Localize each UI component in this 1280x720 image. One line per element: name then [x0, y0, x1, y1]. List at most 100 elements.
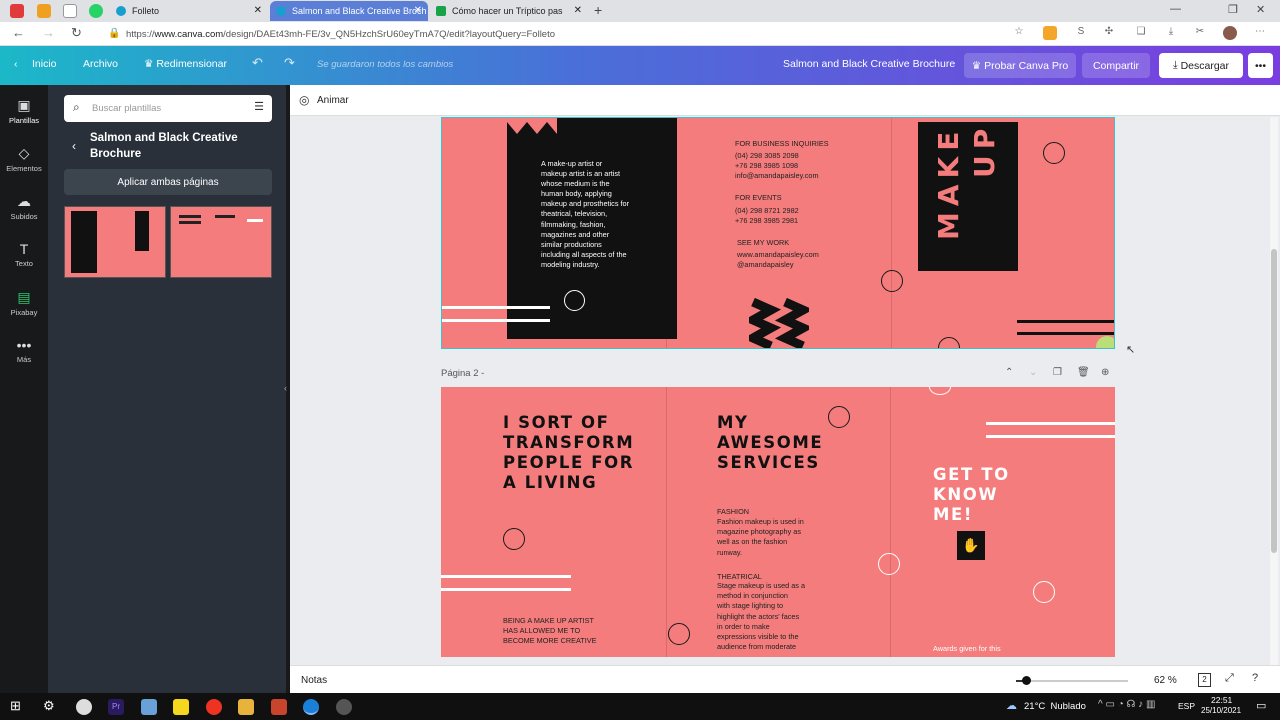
headline-transform[interactable]: I SORT OF TRANSFORM PEOPLE FOR A LIVING — [503, 413, 634, 493]
notes-button[interactable]: Notas — [301, 675, 327, 686]
weather-text[interactable]: 21°C Nublado — [1024, 701, 1086, 712]
download-button[interactable]: ⤓ Descargar — [1159, 53, 1243, 78]
service-fashion-title[interactable]: FASHION — [717, 507, 749, 517]
app-icon[interactable] — [336, 699, 352, 715]
filter-icon[interactable]: ☰ — [254, 100, 264, 113]
delete-page-icon[interactable]: 🗑 — [1077, 367, 1090, 378]
analytics-tab-icon[interactable] — [37, 4, 51, 18]
clock-date[interactable]: 25/10/2021 — [1201, 706, 1241, 715]
rail-pixabay[interactable]: ▤ Pixabay — [0, 289, 48, 317]
service-fashion-body[interactable]: Fashion makeup is used in magazine photo… — [717, 517, 804, 558]
move-page-up-icon[interactable]: ⌃ — [1005, 367, 1013, 378]
url-field[interactable]: 🔒 https://www.canva.com/design/DAEt43mh-… — [104, 25, 1024, 43]
profile-avatar[interactable] — [1223, 26, 1237, 40]
minimize-icon[interactable]: — — [1170, 3, 1181, 15]
restore-icon[interactable]: ❐ — [1228, 3, 1238, 16]
back-chevron-icon[interactable]: ‹ — [14, 58, 18, 70]
rail-text[interactable]: T Texto — [0, 241, 48, 268]
windows-start-icon[interactable]: ⊞ — [10, 698, 21, 714]
file-explorer-icon[interactable] — [238, 699, 254, 715]
animate-button[interactable]: Animar — [317, 95, 349, 106]
headline-get-to-know-me[interactable]: GET TO KNOW ME! — [933, 465, 1010, 525]
close-tab-icon[interactable]: ✕ — [414, 5, 422, 16]
sticky-notes-icon[interactable] — [173, 699, 189, 715]
search-templates-input[interactable]: ⌕ Buscar plantillas ☰ — [64, 95, 272, 122]
undo-icon[interactable]: ↶ — [252, 55, 263, 71]
template-thumbnail-page-1[interactable] — [64, 206, 166, 278]
business-contact[interactable]: (04) 298 3085 2098 +76 298 3985 1098 inf… — [735, 151, 819, 182]
tab-triptico[interactable]: Cómo hacer un Tríptico pas ✕ — [430, 1, 588, 21]
collapse-chevron-icon[interactable]: ‹ — [284, 383, 287, 393]
puzzle-icon[interactable]: ✣ — [1102, 26, 1116, 40]
work-heading[interactable]: SEE MY WORK — [737, 238, 789, 248]
rail-elements[interactable]: ◇ Elementos — [0, 145, 48, 173]
screenshot-icon[interactable]: ✂ — [1193, 26, 1207, 40]
close-tab-icon[interactable]: ✕ — [254, 5, 262, 16]
about-paragraph[interactable]: A make-up artist or makeup artist is an … — [541, 159, 656, 270]
notification-icon[interactable]: ▭ — [1256, 699, 1266, 712]
headline-services[interactable]: MY AWESOME SERVICES — [717, 413, 823, 473]
collections-icon[interactable]: ❏ — [1134, 26, 1148, 40]
zoom-level[interactable]: 62 % — [1154, 675, 1177, 686]
clock-time[interactable]: 22:51 — [1211, 695, 1232, 705]
back-icon[interactable]: ← — [12, 25, 25, 40]
back-arrow-icon[interactable]: ‹ — [72, 139, 76, 153]
apply-both-pages-button[interactable]: Aplicar ambas páginas — [64, 169, 272, 195]
more-options-button[interactable]: ••• — [1248, 53, 1273, 78]
design-title[interactable]: Salmon and Black Creative Brochure — [783, 58, 955, 70]
close-window-icon[interactable]: ✕ — [1256, 3, 1265, 16]
animate-icon[interactable]: ◎ — [299, 93, 309, 107]
tray-icons[interactable]: ^ ▭ ◔ ☊ ♪ ▥ — [1098, 699, 1155, 710]
browser-menu-icon[interactable]: ⋯ — [1253, 26, 1267, 40]
settings-gear-icon[interactable]: ⚙ — [43, 698, 55, 714]
rail-templates[interactable]: ▣ Plantillas — [0, 97, 48, 125]
tab-active-design[interactable]: Salmon and Black Creative Broch ✕ — [270, 1, 428, 21]
help-icon[interactable]: ? — [1252, 672, 1258, 684]
business-heading[interactable]: FOR BUSINESS INQUIRIES — [735, 139, 829, 149]
edge-browser-icon[interactable] — [303, 699, 319, 715]
media-player-icon[interactable] — [206, 699, 222, 715]
powerpoint-icon[interactable] — [271, 699, 287, 715]
new-tab-icon[interactable]: + — [594, 2, 602, 18]
close-tab-icon[interactable]: ✕ — [574, 5, 582, 16]
page-tab-icon[interactable] — [63, 4, 77, 18]
work-links[interactable]: www.amandapaisley.com @amandapaisley — [737, 250, 819, 270]
scrollbar-thumb[interactable] — [1271, 249, 1277, 553]
creative-paragraph[interactable]: BEING A MAKE UP ARTIST HAS ALLOWED ME TO… — [503, 616, 597, 647]
pinned-tab-icon[interactable] — [10, 4, 24, 18]
forward-icon[interactable]: → — [42, 25, 55, 40]
events-heading[interactable]: FOR EVENTS — [735, 193, 782, 203]
duplicate-page-icon[interactable]: ❐ — [1053, 367, 1062, 378]
premiere-icon[interactable]: Pr — [108, 699, 124, 715]
favorite-star-icon[interactable]: ☆ — [1012, 26, 1026, 40]
move-page-down-icon[interactable]: ⌄ — [1029, 367, 1037, 378]
fullscreen-icon[interactable]: ⤢ — [1225, 672, 1234, 685]
extension-s-icon[interactable]: S — [1074, 26, 1088, 40]
events-contact[interactable]: (04) 298 8721 2982 +76 298 3985 2981 — [735, 206, 799, 226]
service-theatrical-body[interactable]: Stage makeup is used as a method in conj… — [717, 581, 805, 652]
vertical-title-make[interactable]: MAKE — [932, 120, 965, 240]
awards-text[interactable]: Awards given for this — [933, 644, 1001, 654]
zoom-slider[interactable] — [1016, 676, 1128, 685]
tab-folleto[interactable]: Folleto ✕ — [110, 1, 268, 21]
redo-icon[interactable]: ↷ — [284, 55, 295, 71]
file-menu[interactable]: Archivo — [83, 58, 118, 70]
resize-menu[interactable]: ♛ Redimensionar — [144, 58, 227, 70]
template-thumbnail-page-2[interactable] — [170, 206, 272, 278]
zoom-slider-handle[interactable] — [1022, 676, 1031, 685]
try-pro-button[interactable]: ♛ Probar Canva Pro — [964, 53, 1076, 78]
whatsapp-tab-icon[interactable] — [89, 4, 103, 18]
rail-uploads[interactable]: ☁ Subidos — [0, 193, 48, 221]
brochure-page-2[interactable]: I SORT OF TRANSFORM PEOPLE FOR A LIVING … — [441, 387, 1115, 657]
language-indicator[interactable]: ESP — [1178, 701, 1195, 711]
brochure-page-1[interactable]: A make-up artist or makeup artist is an … — [441, 117, 1115, 349]
reload-icon[interactable]: ↻ — [71, 25, 82, 41]
add-page-icon[interactable]: ⊕ — [1101, 367, 1109, 378]
rail-more[interactable]: ••• Más — [0, 337, 48, 364]
vertical-scrollbar[interactable] — [1270, 117, 1278, 693]
vertical-title-up[interactable]: UP — [968, 118, 1001, 178]
calculator-icon[interactable] — [141, 699, 157, 715]
page-count-button[interactable]: 2 — [1198, 673, 1211, 687]
page-2-label[interactable]: Página 2 - — [441, 368, 484, 379]
share-button[interactable]: Compartir — [1082, 53, 1150, 78]
